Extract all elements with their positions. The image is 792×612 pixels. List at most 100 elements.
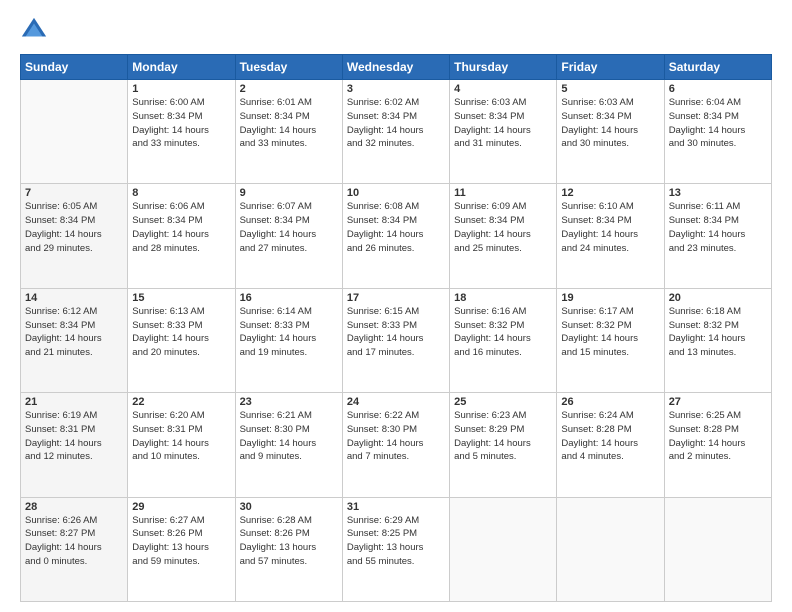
day-info: Sunrise: 6:08 AMSunset: 8:34 PMDaylight:… bbox=[347, 200, 445, 255]
day-info: Sunrise: 6:27 AMSunset: 8:26 PMDaylight:… bbox=[132, 514, 230, 569]
calendar-cell: 30Sunrise: 6:28 AMSunset: 8:26 PMDayligh… bbox=[235, 497, 342, 601]
calendar-week-row: 7Sunrise: 6:05 AMSunset: 8:34 PMDaylight… bbox=[21, 184, 772, 288]
day-info: Sunrise: 6:20 AMSunset: 8:31 PMDaylight:… bbox=[132, 409, 230, 464]
logo-icon bbox=[20, 16, 48, 44]
calendar-week-row: 28Sunrise: 6:26 AMSunset: 8:27 PMDayligh… bbox=[21, 497, 772, 601]
day-info: Sunrise: 6:26 AMSunset: 8:27 PMDaylight:… bbox=[25, 514, 123, 569]
logo bbox=[20, 16, 52, 44]
day-info: Sunrise: 6:14 AMSunset: 8:33 PMDaylight:… bbox=[240, 305, 338, 360]
weekday-header-friday: Friday bbox=[557, 55, 664, 80]
weekday-header-saturday: Saturday bbox=[664, 55, 771, 80]
weekday-header-monday: Monday bbox=[128, 55, 235, 80]
page-header bbox=[20, 16, 772, 44]
calendar-cell: 16Sunrise: 6:14 AMSunset: 8:33 PMDayligh… bbox=[235, 288, 342, 392]
weekday-header-wednesday: Wednesday bbox=[342, 55, 449, 80]
day-info: Sunrise: 6:16 AMSunset: 8:32 PMDaylight:… bbox=[454, 305, 552, 360]
day-number: 31 bbox=[347, 501, 445, 513]
day-info: Sunrise: 6:12 AMSunset: 8:34 PMDaylight:… bbox=[25, 305, 123, 360]
calendar-cell bbox=[21, 80, 128, 184]
day-number: 6 bbox=[669, 83, 767, 95]
day-info: Sunrise: 6:25 AMSunset: 8:28 PMDaylight:… bbox=[669, 409, 767, 464]
calendar-cell: 29Sunrise: 6:27 AMSunset: 8:26 PMDayligh… bbox=[128, 497, 235, 601]
weekday-header-sunday: Sunday bbox=[21, 55, 128, 80]
weekday-header-tuesday: Tuesday bbox=[235, 55, 342, 80]
day-info: Sunrise: 6:22 AMSunset: 8:30 PMDaylight:… bbox=[347, 409, 445, 464]
day-info: Sunrise: 6:28 AMSunset: 8:26 PMDaylight:… bbox=[240, 514, 338, 569]
day-number: 4 bbox=[454, 83, 552, 95]
calendar-cell: 7Sunrise: 6:05 AMSunset: 8:34 PMDaylight… bbox=[21, 184, 128, 288]
day-number: 14 bbox=[25, 292, 123, 304]
calendar-cell bbox=[664, 497, 771, 601]
day-info: Sunrise: 6:15 AMSunset: 8:33 PMDaylight:… bbox=[347, 305, 445, 360]
day-number: 17 bbox=[347, 292, 445, 304]
calendar-cell: 27Sunrise: 6:25 AMSunset: 8:28 PMDayligh… bbox=[664, 393, 771, 497]
calendar-table: SundayMondayTuesdayWednesdayThursdayFrid… bbox=[20, 54, 772, 602]
day-number: 16 bbox=[240, 292, 338, 304]
day-info: Sunrise: 6:03 AMSunset: 8:34 PMDaylight:… bbox=[561, 96, 659, 151]
day-info: Sunrise: 6:02 AMSunset: 8:34 PMDaylight:… bbox=[347, 96, 445, 151]
day-number: 1 bbox=[132, 83, 230, 95]
day-info: Sunrise: 6:19 AMSunset: 8:31 PMDaylight:… bbox=[25, 409, 123, 464]
day-info: Sunrise: 6:11 AMSunset: 8:34 PMDaylight:… bbox=[669, 200, 767, 255]
day-number: 10 bbox=[347, 187, 445, 199]
day-info: Sunrise: 6:06 AMSunset: 8:34 PMDaylight:… bbox=[132, 200, 230, 255]
day-info: Sunrise: 6:21 AMSunset: 8:30 PMDaylight:… bbox=[240, 409, 338, 464]
calendar-cell: 10Sunrise: 6:08 AMSunset: 8:34 PMDayligh… bbox=[342, 184, 449, 288]
calendar-cell: 5Sunrise: 6:03 AMSunset: 8:34 PMDaylight… bbox=[557, 80, 664, 184]
day-info: Sunrise: 6:07 AMSunset: 8:34 PMDaylight:… bbox=[240, 200, 338, 255]
calendar-cell: 28Sunrise: 6:26 AMSunset: 8:27 PMDayligh… bbox=[21, 497, 128, 601]
calendar-cell: 15Sunrise: 6:13 AMSunset: 8:33 PMDayligh… bbox=[128, 288, 235, 392]
day-number: 24 bbox=[347, 396, 445, 408]
calendar-cell: 13Sunrise: 6:11 AMSunset: 8:34 PMDayligh… bbox=[664, 184, 771, 288]
weekday-header-thursday: Thursday bbox=[450, 55, 557, 80]
day-info: Sunrise: 6:10 AMSunset: 8:34 PMDaylight:… bbox=[561, 200, 659, 255]
day-number: 30 bbox=[240, 501, 338, 513]
day-info: Sunrise: 6:18 AMSunset: 8:32 PMDaylight:… bbox=[669, 305, 767, 360]
day-number: 13 bbox=[669, 187, 767, 199]
day-info: Sunrise: 6:09 AMSunset: 8:34 PMDaylight:… bbox=[454, 200, 552, 255]
calendar-cell bbox=[450, 497, 557, 601]
day-number: 29 bbox=[132, 501, 230, 513]
calendar-cell: 26Sunrise: 6:24 AMSunset: 8:28 PMDayligh… bbox=[557, 393, 664, 497]
calendar-cell: 9Sunrise: 6:07 AMSunset: 8:34 PMDaylight… bbox=[235, 184, 342, 288]
day-info: Sunrise: 6:17 AMSunset: 8:32 PMDaylight:… bbox=[561, 305, 659, 360]
calendar-cell: 17Sunrise: 6:15 AMSunset: 8:33 PMDayligh… bbox=[342, 288, 449, 392]
day-number: 26 bbox=[561, 396, 659, 408]
calendar-cell: 6Sunrise: 6:04 AMSunset: 8:34 PMDaylight… bbox=[664, 80, 771, 184]
calendar-cell: 1Sunrise: 6:00 AMSunset: 8:34 PMDaylight… bbox=[128, 80, 235, 184]
calendar-cell bbox=[557, 497, 664, 601]
day-number: 3 bbox=[347, 83, 445, 95]
day-number: 27 bbox=[669, 396, 767, 408]
day-number: 23 bbox=[240, 396, 338, 408]
calendar-cell: 19Sunrise: 6:17 AMSunset: 8:32 PMDayligh… bbox=[557, 288, 664, 392]
calendar-cell: 8Sunrise: 6:06 AMSunset: 8:34 PMDaylight… bbox=[128, 184, 235, 288]
calendar-cell: 24Sunrise: 6:22 AMSunset: 8:30 PMDayligh… bbox=[342, 393, 449, 497]
calendar-cell: 14Sunrise: 6:12 AMSunset: 8:34 PMDayligh… bbox=[21, 288, 128, 392]
weekday-header-row: SundayMondayTuesdayWednesdayThursdayFrid… bbox=[21, 55, 772, 80]
calendar-cell: 31Sunrise: 6:29 AMSunset: 8:25 PMDayligh… bbox=[342, 497, 449, 601]
day-number: 28 bbox=[25, 501, 123, 513]
day-number: 7 bbox=[25, 187, 123, 199]
day-number: 22 bbox=[132, 396, 230, 408]
day-number: 20 bbox=[669, 292, 767, 304]
day-info: Sunrise: 6:05 AMSunset: 8:34 PMDaylight:… bbox=[25, 200, 123, 255]
calendar-cell: 4Sunrise: 6:03 AMSunset: 8:34 PMDaylight… bbox=[450, 80, 557, 184]
day-number: 25 bbox=[454, 396, 552, 408]
day-info: Sunrise: 6:13 AMSunset: 8:33 PMDaylight:… bbox=[132, 305, 230, 360]
day-number: 15 bbox=[132, 292, 230, 304]
day-number: 21 bbox=[25, 396, 123, 408]
calendar-week-row: 21Sunrise: 6:19 AMSunset: 8:31 PMDayligh… bbox=[21, 393, 772, 497]
day-number: 18 bbox=[454, 292, 552, 304]
calendar-cell: 23Sunrise: 6:21 AMSunset: 8:30 PMDayligh… bbox=[235, 393, 342, 497]
calendar-cell: 22Sunrise: 6:20 AMSunset: 8:31 PMDayligh… bbox=[128, 393, 235, 497]
day-info: Sunrise: 6:00 AMSunset: 8:34 PMDaylight:… bbox=[132, 96, 230, 151]
day-info: Sunrise: 6:01 AMSunset: 8:34 PMDaylight:… bbox=[240, 96, 338, 151]
day-number: 9 bbox=[240, 187, 338, 199]
day-info: Sunrise: 6:23 AMSunset: 8:29 PMDaylight:… bbox=[454, 409, 552, 464]
day-info: Sunrise: 6:04 AMSunset: 8:34 PMDaylight:… bbox=[669, 96, 767, 151]
day-info: Sunrise: 6:29 AMSunset: 8:25 PMDaylight:… bbox=[347, 514, 445, 569]
calendar-week-row: 1Sunrise: 6:00 AMSunset: 8:34 PMDaylight… bbox=[21, 80, 772, 184]
calendar-body: 1Sunrise: 6:00 AMSunset: 8:34 PMDaylight… bbox=[21, 80, 772, 602]
calendar-cell: 18Sunrise: 6:16 AMSunset: 8:32 PMDayligh… bbox=[450, 288, 557, 392]
calendar-cell: 2Sunrise: 6:01 AMSunset: 8:34 PMDaylight… bbox=[235, 80, 342, 184]
